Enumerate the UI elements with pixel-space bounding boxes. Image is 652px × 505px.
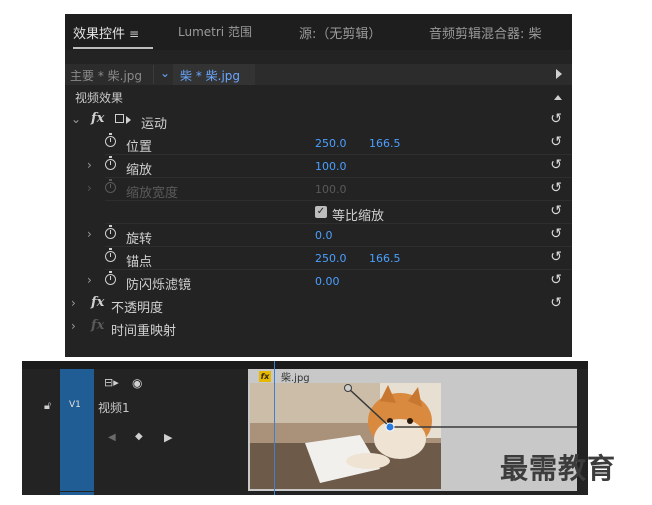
track-target-v1[interactable] [60, 369, 94, 491]
reset-icon[interactable]: ↺ [550, 295, 562, 311]
chevron-right-icon[interactable]: › [71, 319, 76, 333]
reset-icon[interactable]: ↺ [550, 272, 562, 288]
chevron-down-icon[interactable]: ⌄ [160, 66, 170, 80]
scale-width-value: 100.0 [315, 183, 347, 196]
tab-audio-clip-mixer[interactable]: 音频剪辑混合器: 柴 [429, 23, 542, 42]
param-scale-width-row: › 缩放宽度 100.0 ↺ [65, 178, 572, 201]
track-name: 视频1 [98, 401, 130, 415]
fx-icon[interactable]: fx [91, 295, 104, 310]
effect-controls-panel: 效果控件 ≡ Lumetri 范围 源:（无剪辑） 音频剪辑混合器: 柴 主要 *… [65, 14, 572, 357]
stopwatch-icon[interactable] [105, 133, 116, 147]
chevron-right-icon[interactable]: › [87, 158, 92, 172]
reset-icon[interactable]: ↺ [550, 203, 562, 219]
stopwatch-icon[interactable] [105, 248, 116, 262]
panel-menu-icon[interactable]: ≡ [129, 27, 139, 41]
active-tab-underline [73, 47, 153, 49]
chevron-right-icon[interactable]: › [87, 273, 92, 287]
panel-tab-bar: 效果控件 ≡ Lumetri 范围 源:（无剪辑） 音频剪辑混合器: 柴 [65, 14, 572, 50]
lock-icon[interactable]: 🔓︎ [44, 399, 51, 413]
chevron-right-icon: › [87, 181, 92, 195]
param-flicker-row: › 防闪烁滤镜 0.00 ↺ [65, 270, 572, 293]
watermark-text: 最需教育 [500, 452, 617, 485]
playhead[interactable] [274, 361, 275, 495]
transform-box-icon[interactable] [115, 114, 124, 123]
position-x-value[interactable]: 250.0 [315, 137, 347, 150]
param-scale-row: › 缩放 100.0 ↺ [65, 155, 572, 178]
position-y-value[interactable]: 166.5 [369, 137, 401, 150]
reset-icon[interactable]: ↺ [550, 249, 562, 265]
scale-label: 缩放 [126, 163, 153, 178]
reset-icon[interactable]: ↺ [550, 180, 562, 196]
sequence-clip-tab[interactable]: 柴 * 柴.jpg [180, 67, 240, 84]
anchor-label: 锚点 [126, 255, 153, 270]
uniform-scale-label: 等比缩放 [332, 209, 385, 224]
time-remap-label: 时间重映射 [111, 324, 177, 339]
tab-source[interactable]: 源:（无剪辑） [299, 23, 381, 42]
chevron-right-icon[interactable]: › [87, 227, 92, 241]
play-arrow-icon[interactable] [556, 69, 562, 79]
chevron-right-icon[interactable]: › [71, 296, 76, 310]
keyframe-point[interactable] [344, 384, 352, 392]
scroll-up-icon[interactable] [554, 95, 562, 100]
param-position-row: 位置 250.0 166.5 ↺ [65, 132, 572, 155]
param-uniform-scale-row: ✓ 等比缩放 ↺ [65, 201, 572, 224]
opacity-label: 不透明度 [111, 301, 164, 316]
stopwatch-icon[interactable] [105, 156, 116, 170]
fx-icon: fx [91, 318, 105, 333]
master-clip-tab[interactable]: 主要 * 柴.jpg [70, 67, 142, 84]
previous-keyframe-icon[interactable]: ◀ [108, 432, 116, 443]
add-keyframe-icon[interactable]: ◆ [135, 431, 143, 442]
tab-effect-controls-label: 效果控件 [73, 27, 126, 42]
motion-label: 运动 [141, 117, 168, 132]
next-keyframe-icon[interactable]: ▶ [164, 431, 172, 444]
flicker-value[interactable]: 0.00 [315, 275, 340, 288]
anchor-y-value[interactable]: 166.5 [369, 252, 401, 265]
param-rotation-row: › 旋转 0.0 ↺ [65, 224, 572, 247]
stopwatch-icon[interactable] [105, 225, 116, 239]
transform-arrow-icon [126, 116, 131, 124]
fx-icon[interactable]: fx [91, 111, 104, 126]
stopwatch-icon[interactable] [105, 271, 116, 285]
rotation-value[interactable]: 0.0 [315, 229, 333, 242]
chevron-down-icon[interactable]: ⌄ [71, 112, 81, 126]
reset-icon[interactable]: ↺ [550, 134, 562, 150]
track-target-label: V1 [69, 400, 81, 410]
stopwatch-icon [105, 179, 116, 193]
scale-width-label: 缩放宽度 [126, 186, 179, 201]
filmstrip-icon[interactable]: ⊟▸ [104, 376, 119, 389]
effect-opacity-row[interactable]: › fx 不透明度 ↺ [65, 293, 572, 316]
effect-time-remap-row[interactable]: › fx 时间重映射 [65, 316, 572, 339]
rotation-label: 旋转 [126, 232, 153, 247]
flicker-label: 防闪烁滤镜 [126, 278, 192, 293]
clip-divider [153, 65, 154, 84]
keyframe-point-selected[interactable] [385, 422, 395, 432]
track-target-edge [60, 492, 94, 495]
scale-value[interactable]: 100.0 [315, 160, 347, 173]
effect-motion-row[interactable]: ⌄ fx 运动 ↺ [65, 109, 572, 132]
anchor-x-value[interactable]: 250.0 [315, 252, 347, 265]
reset-icon[interactable]: ↺ [550, 226, 562, 242]
timeline-ruler [22, 361, 588, 369]
uniform-scale-checkbox[interactable]: ✓ [315, 206, 327, 218]
reset-icon[interactable]: ↺ [550, 157, 562, 173]
tab-effect-controls[interactable]: 效果控件 ≡ [73, 23, 139, 42]
position-label: 位置 [126, 140, 153, 155]
clip-selector-bar: 主要 * 柴.jpg ⌄ 柴 * 柴.jpg [65, 64, 572, 85]
reset-icon[interactable]: ↺ [550, 111, 562, 127]
tab-lumetri-scopes[interactable]: Lumetri 范围 [178, 23, 252, 40]
section-video-effects: 视频效果 [75, 91, 124, 105]
param-anchor-row: 锚点 250.0 166.5 ↺ [65, 247, 572, 270]
eye-icon[interactable]: ◉ [132, 376, 142, 390]
